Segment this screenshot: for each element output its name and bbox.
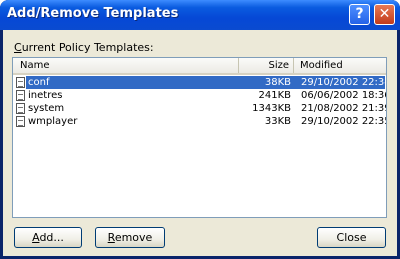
help-icon: ? (355, 6, 364, 22)
template-name: inetres (28, 90, 63, 101)
list-header: Name Size Modified (13, 58, 386, 75)
help-button[interactable]: ? (349, 4, 370, 25)
remove-rest: emove (114, 231, 153, 244)
template-name: wmplayer (28, 116, 78, 127)
close-window-button[interactable]: ✕ (374, 4, 395, 25)
template-row[interactable]: inetres 241KB 06/06/2002 18:36 (14, 89, 387, 102)
add-rest: dd... (39, 231, 64, 244)
dialog-body: Current Policy Templates: Name Size Modi… (3, 30, 397, 256)
template-size: 1343KB (252, 103, 291, 114)
template-size: 241KB (258, 90, 291, 101)
template-name: system (28, 103, 65, 114)
remove-accel: R (107, 231, 115, 244)
remove-button[interactable]: Remove (95, 227, 165, 248)
template-size: 33KB (264, 116, 291, 127)
template-row[interactable]: wmplayer 33KB 29/10/2002 22:35 (14, 115, 387, 128)
add-button[interactable]: Add... (14, 227, 82, 248)
template-file-icon (16, 103, 25, 114)
column-header-modified[interactable]: Modified (294, 58, 386, 73)
template-file-icon (16, 116, 25, 127)
template-row[interactable]: system 1343KB 21/08/2002 21:39 (14, 102, 387, 115)
add-remove-templates-dialog: Add/Remove Templates ? ✕ Current Policy … (0, 0, 400, 259)
templates-list[interactable]: Name Size Modified conf 38KB 29/10/2002 22… (12, 57, 387, 218)
list-label: Current Policy Templates: (14, 41, 154, 54)
template-modified: 06/06/2002 18:36 (301, 90, 387, 101)
column-header-size[interactable]: Size (239, 58, 294, 73)
list-label-rest: urrent Policy Templates: (21, 41, 154, 54)
list-label-accel: C (14, 41, 22, 54)
template-row[interactable]: conf 38KB 29/10/2002 22:34 (14, 76, 386, 89)
template-name: conf (26, 76, 242, 89)
template-modified: 29/10/2002 22:35 (301, 116, 387, 127)
template-modified: 21/08/2002 21:39 (301, 103, 387, 114)
template-modified: 29/10/2002 22:34 (295, 76, 386, 89)
close-icon: ✕ (378, 6, 391, 22)
template-file-icon (16, 90, 25, 101)
close-button[interactable]: Close (317, 227, 386, 248)
template-size: 38KB (240, 76, 295, 89)
window-title: Add/Remove Templates (7, 6, 179, 21)
title-bar[interactable]: Add/Remove Templates ? ✕ (0, 0, 400, 30)
column-header-name[interactable]: Name (13, 58, 239, 73)
template-file-icon (16, 77, 25, 88)
